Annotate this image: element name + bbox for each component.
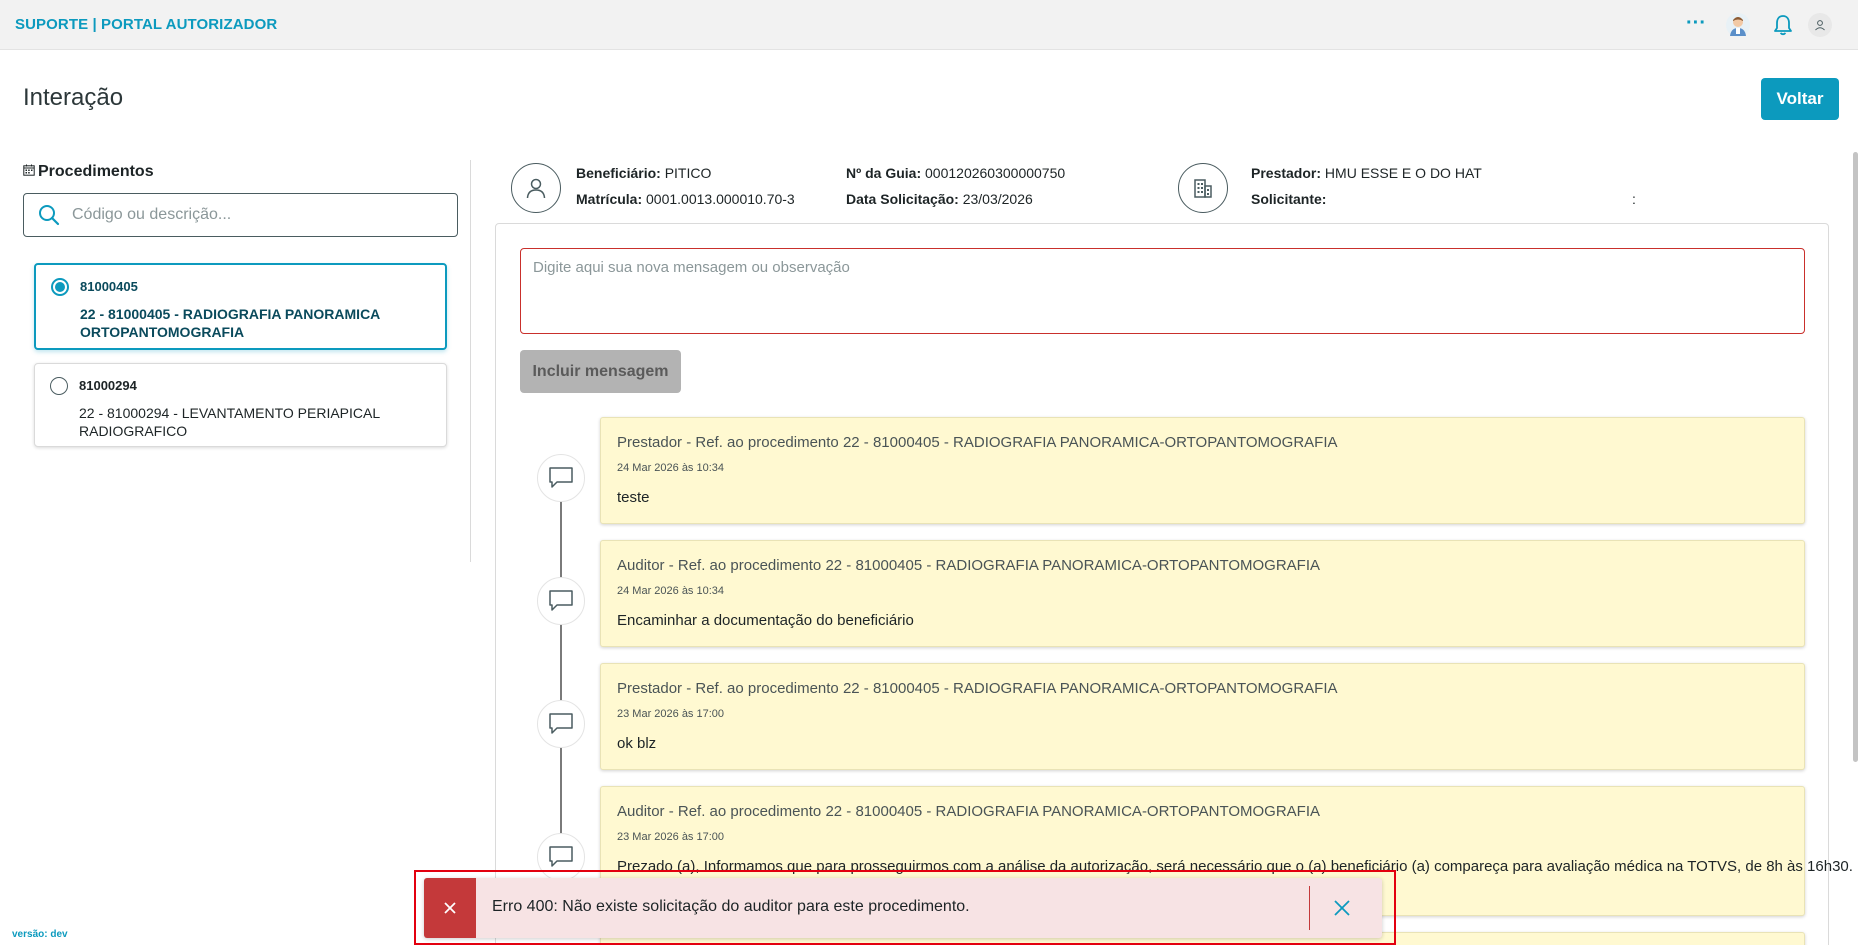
procedure-code: 81000405	[80, 279, 138, 294]
procedure-radio[interactable]	[50, 377, 68, 395]
procedure-radio-selected[interactable]	[51, 278, 69, 296]
message-title: Auditor - Ref. ao procedimento 22 - 8100…	[617, 557, 1321, 574]
search-icon	[38, 204, 64, 226]
message-body: ok blz	[617, 735, 657, 752]
comment-icon	[537, 700, 585, 748]
bell-icon[interactable]	[1770, 12, 1796, 38]
data-solicitacao-info: Data Solicitação: 23/03/2026	[846, 191, 1033, 207]
prestador-info: Prestador: HMU ESSE E O DO HAT	[1251, 165, 1482, 181]
procedure-item-81000294[interactable]: 81000294 22 - 81000294 - LEVANTAMENTO PE…	[34, 363, 447, 447]
guia-value: 000120260300000750	[925, 165, 1066, 181]
panel-divider	[470, 160, 471, 562]
procedure-description: 22 - 81000294 - LEVANTAMENTO PERIAPICAL …	[79, 405, 380, 439]
page-title: Interação	[23, 84, 124, 111]
building-icon	[1178, 163, 1228, 213]
message-title: Prestador - Ref. ao procedimento 22 - 81…	[617, 434, 1338, 451]
procedures-title: Procedimentos	[38, 163, 154, 180]
toast-message: Erro 400: Não existe solicitação do audi…	[492, 898, 970, 915]
guia-label: Nº da Guia:	[846, 165, 922, 181]
solicitante-suffix: :	[1632, 191, 1636, 207]
message-date: 24 Mar 2026 às 10:34	[617, 585, 725, 597]
data-solicitacao-label: Data Solicitação:	[846, 191, 959, 207]
prestador-value: HMU ESSE E O DO HAT	[1324, 165, 1482, 181]
message-card: Auditor - Ref. ao procedimento 22 - 8100…	[600, 540, 1805, 647]
app-root: SUPORTE | PORTAL AUTORIZADOR ··· Interaç…	[0, 0, 1858, 945]
brand-title[interactable]: SUPORTE | PORTAL AUTORIZADOR	[15, 16, 277, 33]
procedure-description: 22 - 81000405 - RADIOGRAFIA PANORAMICA O…	[80, 306, 380, 340]
message-date: 23 Mar 2026 às 17:00	[617, 831, 725, 843]
procedures-heading: Procedimentos	[23, 163, 154, 181]
error-toast: Erro 400: Não existe solicitação do audi…	[424, 878, 1382, 938]
message-card: Prestador - Ref. ao procedimento 22 - 81…	[600, 663, 1805, 770]
matricula-info: Matrícula: 0001.0013.000010.70-3	[576, 191, 795, 207]
page-scrollbar[interactable]	[1853, 152, 1858, 762]
version-label: versão: dev	[12, 929, 68, 940]
message-title: Auditor - Ref. ao procedimento 22 - 8100…	[617, 803, 1321, 820]
person-icon	[511, 163, 561, 213]
procedure-item-81000405[interactable]: 81000405 22 - 81000405 - RADIOGRAFIA PAN…	[34, 263, 447, 350]
procedure-search-input[interactable]	[72, 206, 432, 224]
message-date: 23 Mar 2026 às 17:00	[617, 708, 725, 720]
message-title: Prestador - Ref. ao procedimento 22 - 81…	[617, 680, 1338, 697]
beneficiario-info: Beneficiário: PITICO	[576, 165, 711, 181]
toast-separator	[1309, 886, 1310, 930]
message-body: Encaminhar a documentação do beneficiári…	[617, 612, 914, 629]
matricula-label: Matrícula:	[576, 191, 643, 207]
data-solicitacao-value: 23/03/2026	[962, 191, 1033, 207]
message-textarea[interactable]	[520, 248, 1805, 334]
procedure-search-box[interactable]	[23, 193, 458, 237]
error-icon	[424, 878, 476, 938]
top-bar: SUPORTE | PORTAL AUTORIZADOR ···	[0, 0, 1858, 50]
avatar-icon[interactable]	[1725, 12, 1751, 38]
message-card: Prestador - Ref. ao procedimento 22 - 81…	[600, 417, 1805, 524]
solicitante-label: Solicitante:	[1251, 191, 1327, 207]
calendar-icon	[23, 163, 35, 181]
beneficiario-value: PITICO	[664, 165, 712, 181]
matricula-value: 0001.0013.000010.70-3	[646, 191, 795, 207]
message-body: teste	[617, 489, 650, 506]
beneficiario-label: Beneficiário:	[576, 165, 661, 181]
back-button[interactable]: Voltar	[1761, 78, 1839, 120]
include-message-button[interactable]: Incluir mensagem	[520, 350, 681, 393]
comment-icon	[537, 577, 585, 625]
comment-icon	[537, 454, 585, 502]
guia-info: Nº da Guia: 000120260300000750	[846, 165, 1065, 181]
user-icon[interactable]	[1808, 13, 1832, 37]
procedure-code: 81000294	[79, 378, 137, 393]
solicitante-info: Solicitante:	[1251, 191, 1326, 207]
message-date: 24 Mar 2026 às 10:34	[617, 462, 725, 474]
close-icon[interactable]	[1324, 890, 1360, 926]
prestador-label: Prestador:	[1251, 165, 1322, 181]
timeline-line	[560, 477, 562, 857]
more-menu-button[interactable]: ···	[1683, 10, 1709, 36]
